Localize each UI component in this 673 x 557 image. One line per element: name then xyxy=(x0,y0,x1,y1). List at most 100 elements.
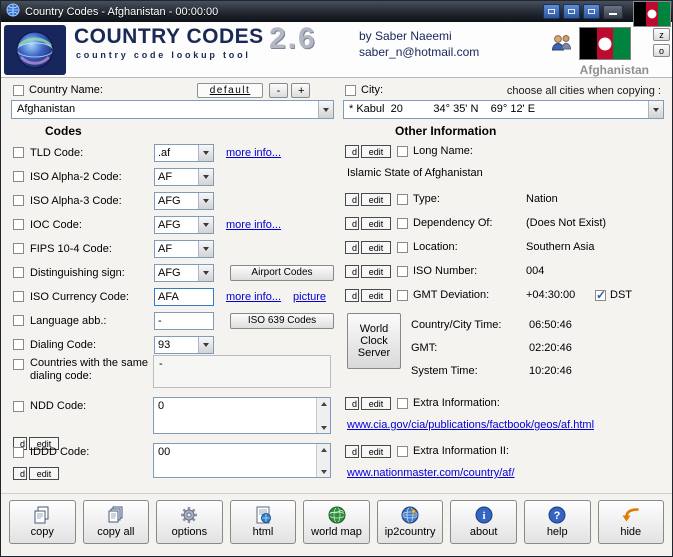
currency-picture-link[interactable]: picture xyxy=(293,291,326,303)
fips-checkbox[interactable] xyxy=(13,243,24,254)
iso3-select[interactable]: AFG xyxy=(154,192,214,210)
copy-button[interactable]: copy xyxy=(9,500,76,544)
type-default-button[interactable]: d xyxy=(345,193,359,206)
dialing-code-checkbox[interactable] xyxy=(13,339,24,350)
language-abbr-checkbox[interactable] xyxy=(13,315,24,326)
extra-info-checkbox[interactable] xyxy=(397,398,408,409)
iso2-checkbox[interactable] xyxy=(13,171,24,182)
location-edit-button[interactable]: edit xyxy=(361,241,391,254)
currency-checkbox[interactable] xyxy=(13,291,24,302)
long-name-edit-button[interactable]: edit xyxy=(361,145,391,158)
extra-info2-edit-button[interactable]: edit xyxy=(361,445,391,458)
currency-input[interactable]: AFA xyxy=(154,288,214,306)
help-button[interactable]: ? help xyxy=(524,500,591,544)
next-country-button[interactable]: + xyxy=(291,83,310,98)
distinguishing-sign-checkbox[interactable] xyxy=(13,267,24,278)
ndd-textarea[interactable]: 0 xyxy=(153,397,331,434)
scroll-up-icon[interactable] xyxy=(317,444,330,454)
chevron-down-icon[interactable] xyxy=(318,101,333,118)
gmt-default-button[interactable]: d xyxy=(345,289,359,302)
airport-codes-button[interactable]: Airport Codes xyxy=(230,265,334,281)
options-button[interactable]: options xyxy=(156,500,223,544)
ioc-more-info-link[interactable]: more info... xyxy=(226,219,281,231)
hide-button[interactable]: hide xyxy=(598,500,665,544)
chevron-down-icon[interactable] xyxy=(198,241,213,257)
scroll-down-icon[interactable] xyxy=(317,467,330,477)
iddd-edit-button[interactable]: edit xyxy=(29,467,59,480)
chevron-down-icon[interactable] xyxy=(198,217,213,233)
extra-info2-default-button[interactable]: d xyxy=(345,445,359,458)
iso-number-default-button[interactable]: d xyxy=(345,265,359,278)
copy-all-icon xyxy=(106,505,126,525)
extra-info-edit-button[interactable]: edit xyxy=(361,397,391,410)
iso639-codes-button[interactable]: ISO 639 Codes xyxy=(230,313,334,329)
chevron-down-icon[interactable] xyxy=(198,265,213,281)
chevron-down-icon[interactable] xyxy=(198,145,213,161)
about-button[interactable]: i about xyxy=(450,500,517,544)
default-button[interactable]: default xyxy=(197,83,263,98)
gmt-edit-button[interactable]: edit xyxy=(361,289,391,302)
chevron-down-icon[interactable] xyxy=(198,169,213,185)
gmt-checkbox[interactable] xyxy=(397,290,408,301)
country-name-checkbox[interactable] xyxy=(13,85,24,96)
zoom-button[interactable]: z xyxy=(653,28,670,41)
ndd-checkbox[interactable] xyxy=(13,401,24,412)
copy-all-button[interactable]: copy all xyxy=(83,500,150,544)
iddd-default-button[interactable]: d xyxy=(13,467,27,480)
iddd-textarea[interactable]: 00 xyxy=(153,443,331,478)
chevron-down-icon[interactable] xyxy=(198,337,213,353)
scroll-down-icon[interactable] xyxy=(317,423,330,433)
tld-more-info-link[interactable]: more info... xyxy=(226,147,281,159)
country-select[interactable]: Afghanistan xyxy=(11,100,334,119)
fips-select[interactable]: AF xyxy=(154,240,214,258)
nationmaster-link[interactable]: www.nationmaster.com/country/af/ xyxy=(347,467,515,479)
dependency-checkbox[interactable] xyxy=(397,218,408,229)
currency-more-info-link[interactable]: more info... xyxy=(226,291,281,303)
same-dialing-checkbox[interactable] xyxy=(13,359,24,370)
tld-select[interactable]: .af xyxy=(154,144,214,162)
long-name-checkbox[interactable] xyxy=(397,146,408,157)
minimize-icon[interactable] xyxy=(603,5,623,19)
country-city-time-value: 06:50:46 xyxy=(529,319,572,331)
long-name-default-button[interactable]: d xyxy=(345,145,359,158)
iso2-select[interactable]: AF xyxy=(154,168,214,186)
ime-settings-icon[interactable] xyxy=(583,4,600,19)
iso-number-checkbox[interactable] xyxy=(397,266,408,277)
tld-checkbox[interactable] xyxy=(13,147,24,158)
options-small-button[interactable]: o xyxy=(653,44,670,57)
extra-info2-checkbox[interactable] xyxy=(397,446,408,457)
people-icon[interactable] xyxy=(549,33,573,58)
city-select[interactable]: * Kabul 20 34° 35' N 69° 12' E xyxy=(343,100,664,119)
ioc-select[interactable]: AFG xyxy=(154,216,214,234)
ndd-scrollbar[interactable] xyxy=(316,398,330,433)
type-checkbox[interactable] xyxy=(397,194,408,205)
html-button[interactable]: html xyxy=(230,500,297,544)
dialing-code-select[interactable]: 93 xyxy=(154,336,214,354)
dependency-default-button[interactable]: d xyxy=(345,217,359,230)
distinguishing-sign-select[interactable]: AFG xyxy=(154,264,214,282)
scroll-up-icon[interactable] xyxy=(317,398,330,408)
iso-number-edit-button[interactable]: edit xyxy=(361,265,391,278)
ime-keyboard-icon[interactable] xyxy=(563,4,580,19)
location-default-button[interactable]: d xyxy=(345,241,359,254)
world-clock-server-button[interactable]: World Clock Server xyxy=(347,313,401,369)
language-abbr-input[interactable]: - xyxy=(154,312,214,330)
ioc-checkbox[interactable] xyxy=(13,219,24,230)
iso3-checkbox[interactable] xyxy=(13,195,24,206)
dependency-edit-button[interactable]: edit xyxy=(361,217,391,230)
iddd-scrollbar[interactable] xyxy=(316,444,330,477)
world-map-button[interactable]: world map xyxy=(303,500,370,544)
ip2country-button[interactable]: ip2country xyxy=(377,500,444,544)
chevron-down-icon[interactable] xyxy=(648,101,663,118)
city-checkbox[interactable] xyxy=(345,85,356,96)
cia-factbook-link[interactable]: www.cia.gov/cia/publications/factbook/ge… xyxy=(347,419,594,431)
iddd-checkbox[interactable] xyxy=(13,447,24,458)
extra-info-default-button[interactable]: d xyxy=(345,397,359,410)
chevron-down-icon[interactable] xyxy=(198,193,213,209)
ime-language-icon[interactable] xyxy=(543,4,560,19)
type-edit-button[interactable]: edit xyxy=(361,193,391,206)
location-checkbox[interactable] xyxy=(397,242,408,253)
dst-checkbox[interactable] xyxy=(595,290,606,301)
previous-country-button[interactable]: - xyxy=(269,83,288,98)
other-info-section-title: Other Information xyxy=(395,124,496,138)
